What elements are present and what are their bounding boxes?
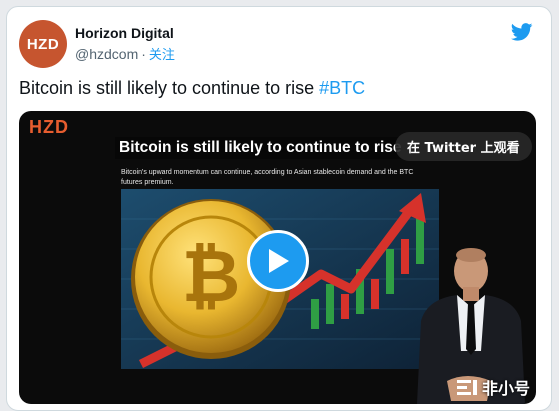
handle-separator: · [141,45,146,62]
tweet-card: HZD Horizon Digital @hzdcom · 关注 Bitcoin… [6,6,552,411]
tweet-body: Bitcoin is still likely to continue to r… [19,78,320,98]
tweet-text: Bitcoin is still likely to continue to r… [19,78,365,99]
twitter-bird-icon[interactable] [511,23,533,41]
avatar-text: HZD [26,35,60,53]
avatar[interactable]: HZD [19,20,67,68]
watermark: 非小号 [456,375,530,399]
watermark-logo-icon [456,380,477,395]
watermark-text: 非小号 [481,379,530,398]
hashtag-link[interactable]: #BTC [319,78,365,98]
play-button[interactable] [247,230,309,292]
play-icon [269,249,289,273]
video-player[interactable]: HZD Bitcoin is still likely to continue … [19,111,536,404]
user-handle[interactable]: @hzdcom [75,46,138,62]
watch-on-twitter-button[interactable]: 在 Twitter 上观看 [395,132,532,161]
handle-row: @hzdcom · 关注 [75,44,175,64]
bitcoin-symbol: ₿ [182,234,241,318]
brand-logo: HZD [29,117,69,137]
video-subtext: Bitcoin's upward momentum can continue, … [121,169,414,186]
display-name[interactable]: Horizon Digital [75,25,174,41]
follow-button[interactable]: 关注 [149,44,175,63]
